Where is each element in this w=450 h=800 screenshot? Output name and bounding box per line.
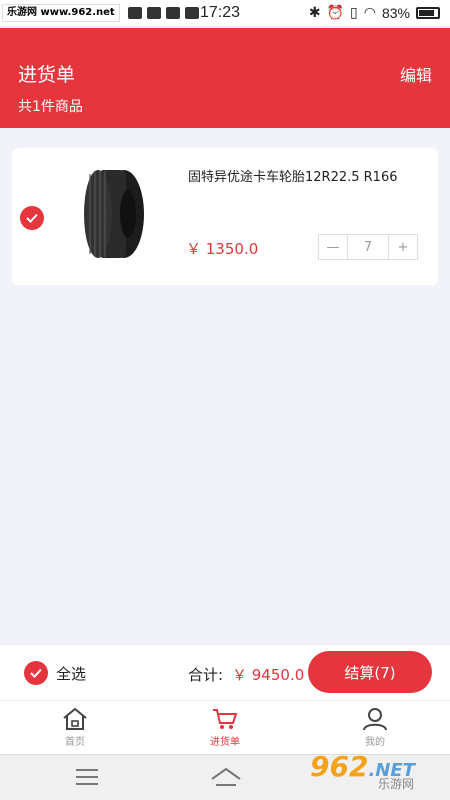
tab-cart-label: 进货单 [210, 737, 240, 748]
status-bar-left: 乐游网 www.962.net [0, 0, 199, 26]
tab-home[interactable]: 首页 [0, 701, 150, 754]
user-icon [363, 708, 387, 731]
product-price: ￥ 1350.0 [186, 240, 259, 258]
notification-icons [127, 7, 199, 19]
shield-icon [165, 7, 180, 19]
total-value: ￥ 9450.0 [232, 666, 305, 684]
status-bar: 乐游网 www.962.net 17:23 ✱ ⏰ ▯ ◠ 83% [0, 0, 450, 27]
tab-profile[interactable]: 我的 [300, 701, 450, 754]
tab-home-label: 首页 [65, 737, 85, 748]
tab-profile-label: 我的 [365, 737, 385, 748]
menu-icon[interactable] [76, 769, 98, 785]
cart-item-card: 固特异优途卡车轮胎12R22.5 R166 ￥ 1350.0 — 7 + [12, 148, 438, 285]
select-all-checkbox[interactable] [24, 661, 48, 685]
checkout-bar: 全选 合计: ￥ 9450.0 结算(7) [0, 644, 450, 700]
page-title: 进货单 [18, 64, 76, 86]
tire-icon [84, 170, 144, 258]
quantity-input[interactable]: 7 [347, 235, 389, 259]
nav-home-icon[interactable] [210, 765, 242, 789]
bluetooth-icon: ✱ [308, 4, 321, 20]
select-all-label[interactable]: 全选 [56, 663, 86, 684]
app-icon [184, 7, 199, 19]
watermark-tag: 乐游网 www.962.net [2, 4, 120, 22]
wifi-icon: ◠ [363, 4, 376, 20]
battery-percent: 83% [381, 4, 410, 21]
edit-button[interactable]: 编辑 [400, 62, 432, 86]
item-checkbox[interactable] [20, 206, 44, 230]
page-header: 进货单 编辑 共1件商品 [0, 28, 450, 128]
home-icon [63, 707, 87, 730]
status-time: 17:23 [200, 4, 241, 21]
status-bar-right: ✱ ⏰ ▯ ◠ 83% [309, 4, 440, 21]
battery-icon [416, 6, 440, 19]
logo-text: 乐游网 [378, 777, 415, 791]
alarm-icon: ⏰ [326, 4, 345, 20]
tab-bar: 首页 进货单 我的 [0, 700, 450, 754]
checkout-button[interactable]: 结算(7) [308, 651, 432, 693]
vibrate-icon: ▯ [350, 4, 358, 20]
increment-button[interactable]: + [389, 235, 417, 259]
tab-cart[interactable]: 进货单 [150, 701, 300, 754]
total-label: 合计: [188, 666, 224, 684]
product-name[interactable]: 固特异优途卡车轮胎12R22.5 R166 [188, 166, 398, 185]
message-icon [146, 7, 161, 19]
check-icon [30, 668, 42, 678]
watermark-logo: 962.NET 乐游网 [310, 750, 415, 792]
quantity-stepper: — 7 + [318, 234, 418, 260]
mail-icon [127, 7, 142, 19]
decrement-button[interactable]: — [319, 235, 347, 259]
item-count: 共1件商品 [18, 99, 83, 115]
cart-icon [213, 709, 238, 729]
check-icon [26, 213, 38, 223]
logo-number: 962 [310, 750, 369, 783]
